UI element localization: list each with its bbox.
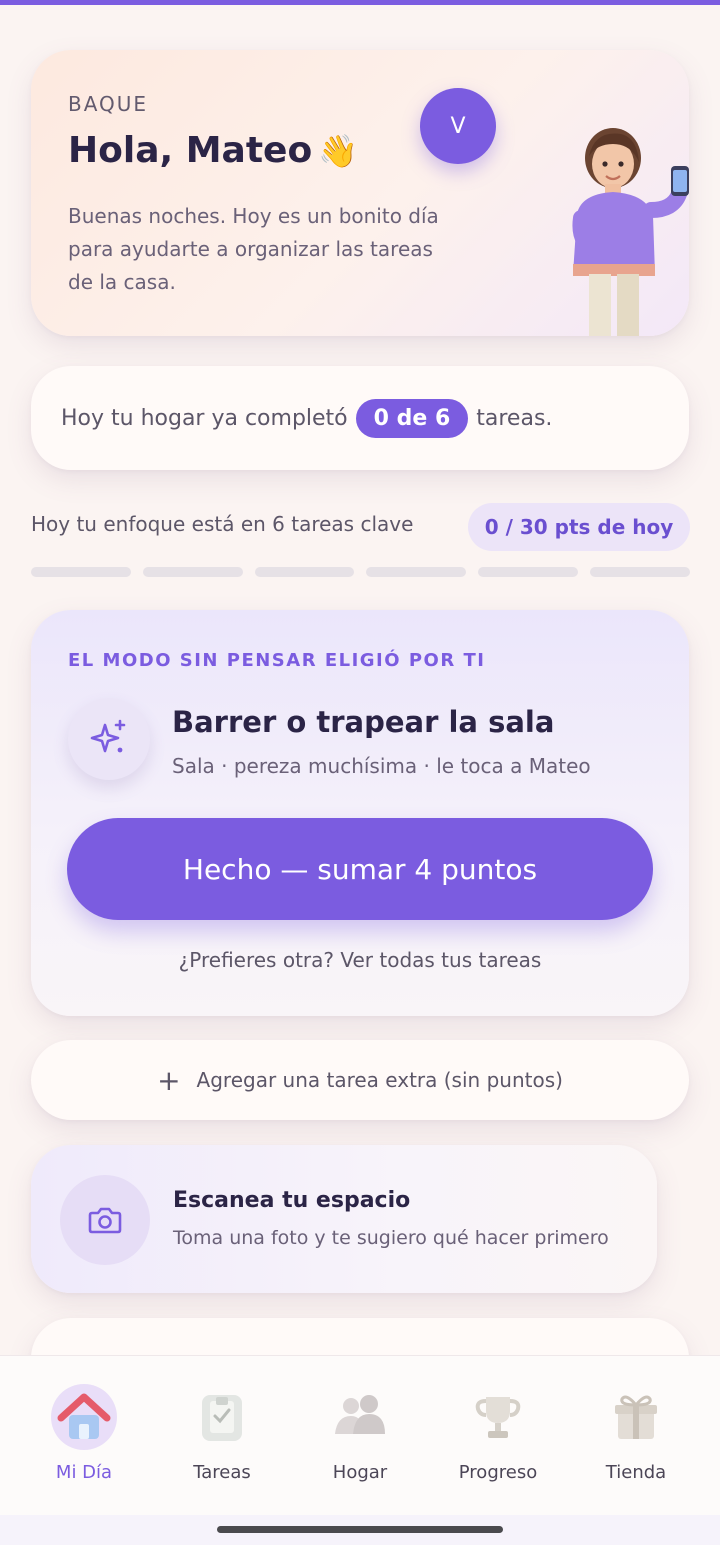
gift-icon	[603, 1384, 669, 1450]
clipboard-icon	[189, 1384, 255, 1450]
greeting-hello-text: Hola, Mateo	[68, 130, 313, 171]
nav-item-tienda[interactable]: Tienda	[576, 1356, 696, 1516]
nav-item-progreso[interactable]: Progreso	[438, 1356, 558, 1516]
greeting-title: Hola, Mateo 👋	[68, 130, 358, 171]
nav-label: Progreso	[458, 1462, 538, 1483]
people-icon	[327, 1384, 393, 1450]
top-accent-strip	[0, 0, 720, 5]
scan-subtitle: Toma una foto y te sugiero qué hacer pri…	[173, 1227, 609, 1249]
app-brand: BAQUE	[68, 92, 149, 116]
nav-label: Mi Día	[55, 1462, 113, 1483]
plus-icon: +	[157, 1063, 181, 1097]
suggested-task-title: Barrer o trapear la sala	[172, 705, 555, 739]
progress-segment	[478, 567, 579, 577]
progress-prefix: Hoy tu hogar ya completó	[61, 405, 348, 431]
suggested-task-card: EL MODO SIN PENSAR ELIGIÓ POR TI Barrer …	[31, 610, 689, 1016]
household-progress-card: Hoy tu hogar ya completó 0 de 6 tareas.	[31, 366, 689, 470]
mark-done-button[interactable]: Hecho — sumar 4 puntos	[67, 818, 653, 920]
progress-segment	[142, 567, 243, 577]
user-avatar-button[interactable]: V	[420, 88, 496, 164]
assistant-character-illustration	[572, 128, 689, 336]
bottom-navigation: Mi Día Tareas Hogar Progreso Tienda	[0, 1355, 720, 1515]
progress-suffix: tareas.	[476, 405, 553, 431]
scan-space-card[interactable]: Escanea tu espacio Toma una foto y te su…	[31, 1145, 657, 1293]
house-icon	[51, 1384, 117, 1450]
sparkles-icon	[68, 698, 150, 780]
nav-item-hogar[interactable]: Hogar	[300, 1356, 420, 1516]
nav-label: Hogar	[332, 1462, 388, 1483]
add-extra-task-label: Agregar una tarea extra (sin puntos)	[196, 1068, 563, 1092]
progress-segment	[590, 567, 690, 577]
suggested-task-subtitle: Sala · pereza muchísima · le toca a Mate…	[172, 754, 591, 778]
nav-label: Tienda	[605, 1462, 667, 1483]
see-all-tasks-link[interactable]: ¿Prefieres otra? Ver todas tus tareas	[31, 948, 689, 972]
focus-text: Hoy tu enfoque está en 6 tareas clave	[31, 512, 414, 536]
nav-item-mi-dia[interactable]: Mi Día	[24, 1356, 144, 1516]
waving-hand-icon: 👋	[318, 132, 359, 170]
trophy-icon	[465, 1384, 531, 1450]
scan-title: Escanea tu espacio	[173, 1188, 411, 1213]
nav-label: Tareas	[193, 1462, 251, 1483]
greeting-message: Buenas noches. Hoy es un bonito día para…	[68, 204, 439, 294]
points-today-badge: 0 / 30 pts de hoy	[468, 503, 690, 551]
progress-segment	[31, 567, 131, 577]
progress-segment	[366, 567, 467, 577]
add-extra-task-button[interactable]: + Agregar una tarea extra (sin puntos)	[31, 1040, 689, 1120]
task-progress-segments	[31, 567, 690, 577]
progress-segment	[254, 567, 355, 577]
home-indicator[interactable]	[217, 1526, 503, 1533]
greeting-card: BAQUE Hola, Mateo 👋 Buenas noches. Hoy es…	[31, 50, 689, 336]
nav-item-tareas[interactable]: Tareas	[162, 1356, 282, 1516]
suggested-task-kicker: EL MODO SIN PENSAR ELIGIÓ POR TI	[68, 650, 486, 671]
progress-count-badge: 0 de 6	[355, 398, 469, 438]
camera-icon	[60, 1175, 150, 1265]
household-progress-text: Hoy tu hogar ya completó 0 de 6 tareas.	[61, 366, 552, 470]
